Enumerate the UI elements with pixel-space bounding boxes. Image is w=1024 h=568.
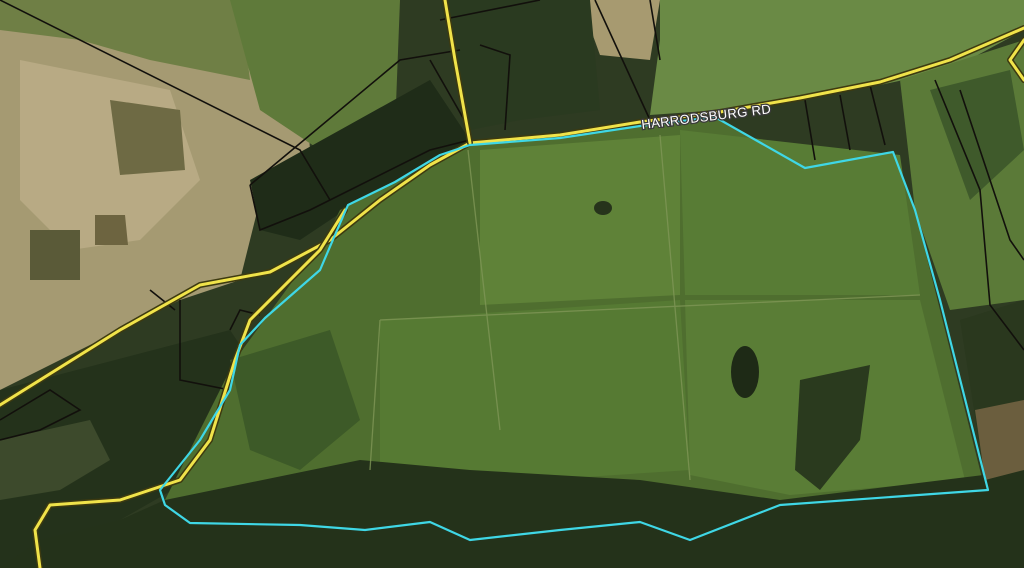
map-view[interactable]: HARRODSBURG RD	[0, 0, 1024, 568]
map-canvas[interactable]: HARRODSBURG RD	[0, 0, 1024, 568]
